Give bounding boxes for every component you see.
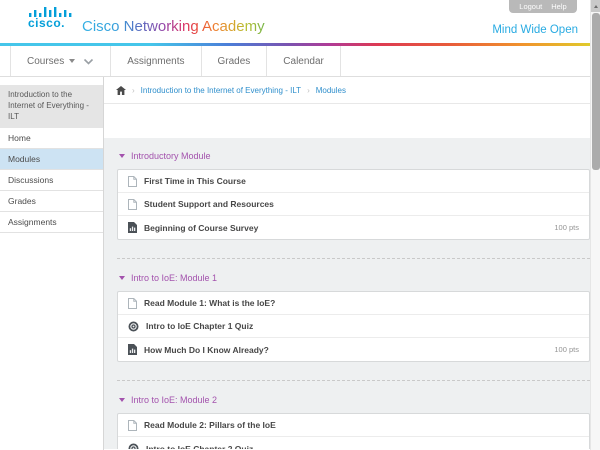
quiz-icon: [128, 321, 139, 332]
module-section-title: Introductory Module: [131, 151, 211, 161]
nav-grades-label: Grades: [218, 56, 251, 67]
survey-icon: [128, 222, 137, 233]
module-section: Introductory Module First Time in This C…: [117, 151, 590, 240]
nav-item-grades[interactable]: Grades: [202, 46, 268, 76]
module-item-title: Beginning of Course Survey: [144, 223, 258, 233]
session-box: Logout Help: [509, 0, 577, 13]
nav-item-calendar[interactable]: Calendar: [267, 46, 341, 76]
home-icon[interactable]: [116, 86, 126, 95]
help-button[interactable]: Help: [551, 2, 566, 11]
app-header: cisco. Cisco Networking Academy Logout H…: [0, 0, 600, 43]
module-section-toggle[interactable]: Introductory Module: [117, 151, 590, 161]
module-item-title: How Much Do I Know Already?: [144, 345, 269, 355]
module-item-title: Read Module 2: Pillars of the IoE: [144, 420, 276, 430]
module-item-points: 100 pts: [554, 345, 579, 354]
cisco-logo: cisco.: [28, 6, 80, 30]
module-item-title: First Time in This Course: [144, 176, 246, 186]
nav-item-courses[interactable]: Courses: [10, 46, 111, 76]
nav-assignments-label: Assignments: [127, 56, 184, 67]
module-section-title: Intro to IoE: Module 1: [131, 273, 217, 283]
breadcrumb-course-link[interactable]: Introduction to the Internet of Everythi…: [141, 86, 301, 95]
module-item-title: Student Support and Resources: [144, 199, 274, 209]
tagline: Mind Wide Open: [492, 24, 578, 36]
module-item-row[interactable]: Intro to IoE Chapter 2 Quiz: [118, 437, 589, 449]
module-item-points: 100 pts: [554, 223, 579, 232]
sidebar-item-assignments[interactable]: Assignments: [0, 212, 103, 233]
document-icon: [128, 176, 137, 187]
document-icon: [128, 420, 137, 431]
collapse-caret-icon: [119, 276, 125, 280]
brand-title: Cisco Networking Academy: [82, 18, 265, 35]
course-sidebar: Introduction to the Internet of Everythi…: [0, 77, 104, 450]
vertical-scrollbar[interactable]: [590, 0, 600, 450]
module-item-row[interactable]: Read Module 1: What is the IoE?: [118, 292, 589, 315]
survey-icon: [128, 344, 137, 355]
module-item-row[interactable]: Student Support and Resources: [118, 193, 589, 216]
sidebar-item-grades[interactable]: Grades: [0, 191, 103, 212]
breadcrumb: › Introduction to the Internet of Everyt…: [104, 77, 600, 104]
scroll-up-arrow-icon: [594, 5, 598, 8]
module-item-row[interactable]: Read Module 2: Pillars of the IoE: [118, 414, 589, 437]
module-item-title: Intro to IoE Chapter 1 Quiz: [146, 321, 253, 331]
sidebar-item-home[interactable]: Home: [0, 128, 103, 149]
module-item-title: Intro to IoE Chapter 2 Quiz: [146, 444, 253, 450]
cisco-logo-text: cisco.: [28, 16, 80, 30]
breadcrumb-separator: ›: [132, 86, 135, 95]
module-section: Intro to IoE: Module 2 Read Module 2: Pi…: [117, 380, 590, 449]
quiz-icon: [128, 443, 139, 449]
chevron-down-icon[interactable]: [83, 58, 94, 65]
cisco-netacad-page: cisco. Cisco Networking Academy Logout H…: [0, 0, 600, 450]
module-section-title: Intro to IoE: Module 2: [131, 395, 217, 405]
breadcrumb-modules-link[interactable]: Modules: [316, 86, 346, 95]
module-item-row[interactable]: First Time in This Course: [118, 170, 589, 193]
sidebar-item-discussions[interactable]: Discussions: [0, 170, 103, 191]
document-icon: [128, 298, 137, 309]
module-section-toggle[interactable]: Intro to IoE: Module 1: [117, 273, 590, 283]
collapse-caret-icon: [119, 398, 125, 402]
module-section-toggle[interactable]: Intro to IoE: Module 2: [117, 395, 590, 405]
collapse-caret-icon: [119, 154, 125, 158]
module-item-row[interactable]: Beginning of Course Survey 100 pts: [118, 216, 589, 239]
document-icon: [128, 199, 137, 210]
module-section: Intro to IoE: Module 1 Read Module 1: Wh…: [117, 258, 590, 362]
module-item-list: Read Module 2: Pillars of the IoE Intro …: [117, 413, 590, 449]
sidebar-item-modules[interactable]: Modules: [0, 149, 103, 170]
courses-caret-icon: [69, 59, 75, 63]
main-nav: Courses Assignments Grades Calendar: [0, 46, 600, 77]
nav-courses-label: Courses: [27, 56, 64, 67]
breadcrumb-separator: ›: [307, 86, 310, 95]
nav-calendar-label: Calendar: [283, 56, 324, 67]
module-item-row[interactable]: How Much Do I Know Already? 100 pts: [118, 338, 589, 361]
module-item-title: Read Module 1: What is the IoE?: [144, 298, 275, 308]
sidebar-course-title: Introduction to the Internet of Everythi…: [0, 85, 103, 128]
modules-panel: Introductory Module First Time in This C…: [104, 138, 600, 449]
main-content: › Introduction to the Internet of Everyt…: [104, 77, 600, 450]
content-spacer: [104, 104, 600, 138]
scroll-up-button[interactable]: [591, 0, 600, 12]
module-item-row[interactable]: Intro to IoE Chapter 1 Quiz: [118, 315, 589, 338]
module-item-list: First Time in This Course Student Suppor…: [117, 169, 590, 240]
module-item-list: Read Module 1: What is the IoE? Intro to…: [117, 291, 590, 362]
scrollbar-thumb[interactable]: [592, 13, 600, 170]
logout-button[interactable]: Logout: [519, 2, 542, 11]
page-body: Introduction to the Internet of Everythi…: [0, 77, 600, 450]
nav-item-assignments[interactable]: Assignments: [111, 46, 201, 76]
